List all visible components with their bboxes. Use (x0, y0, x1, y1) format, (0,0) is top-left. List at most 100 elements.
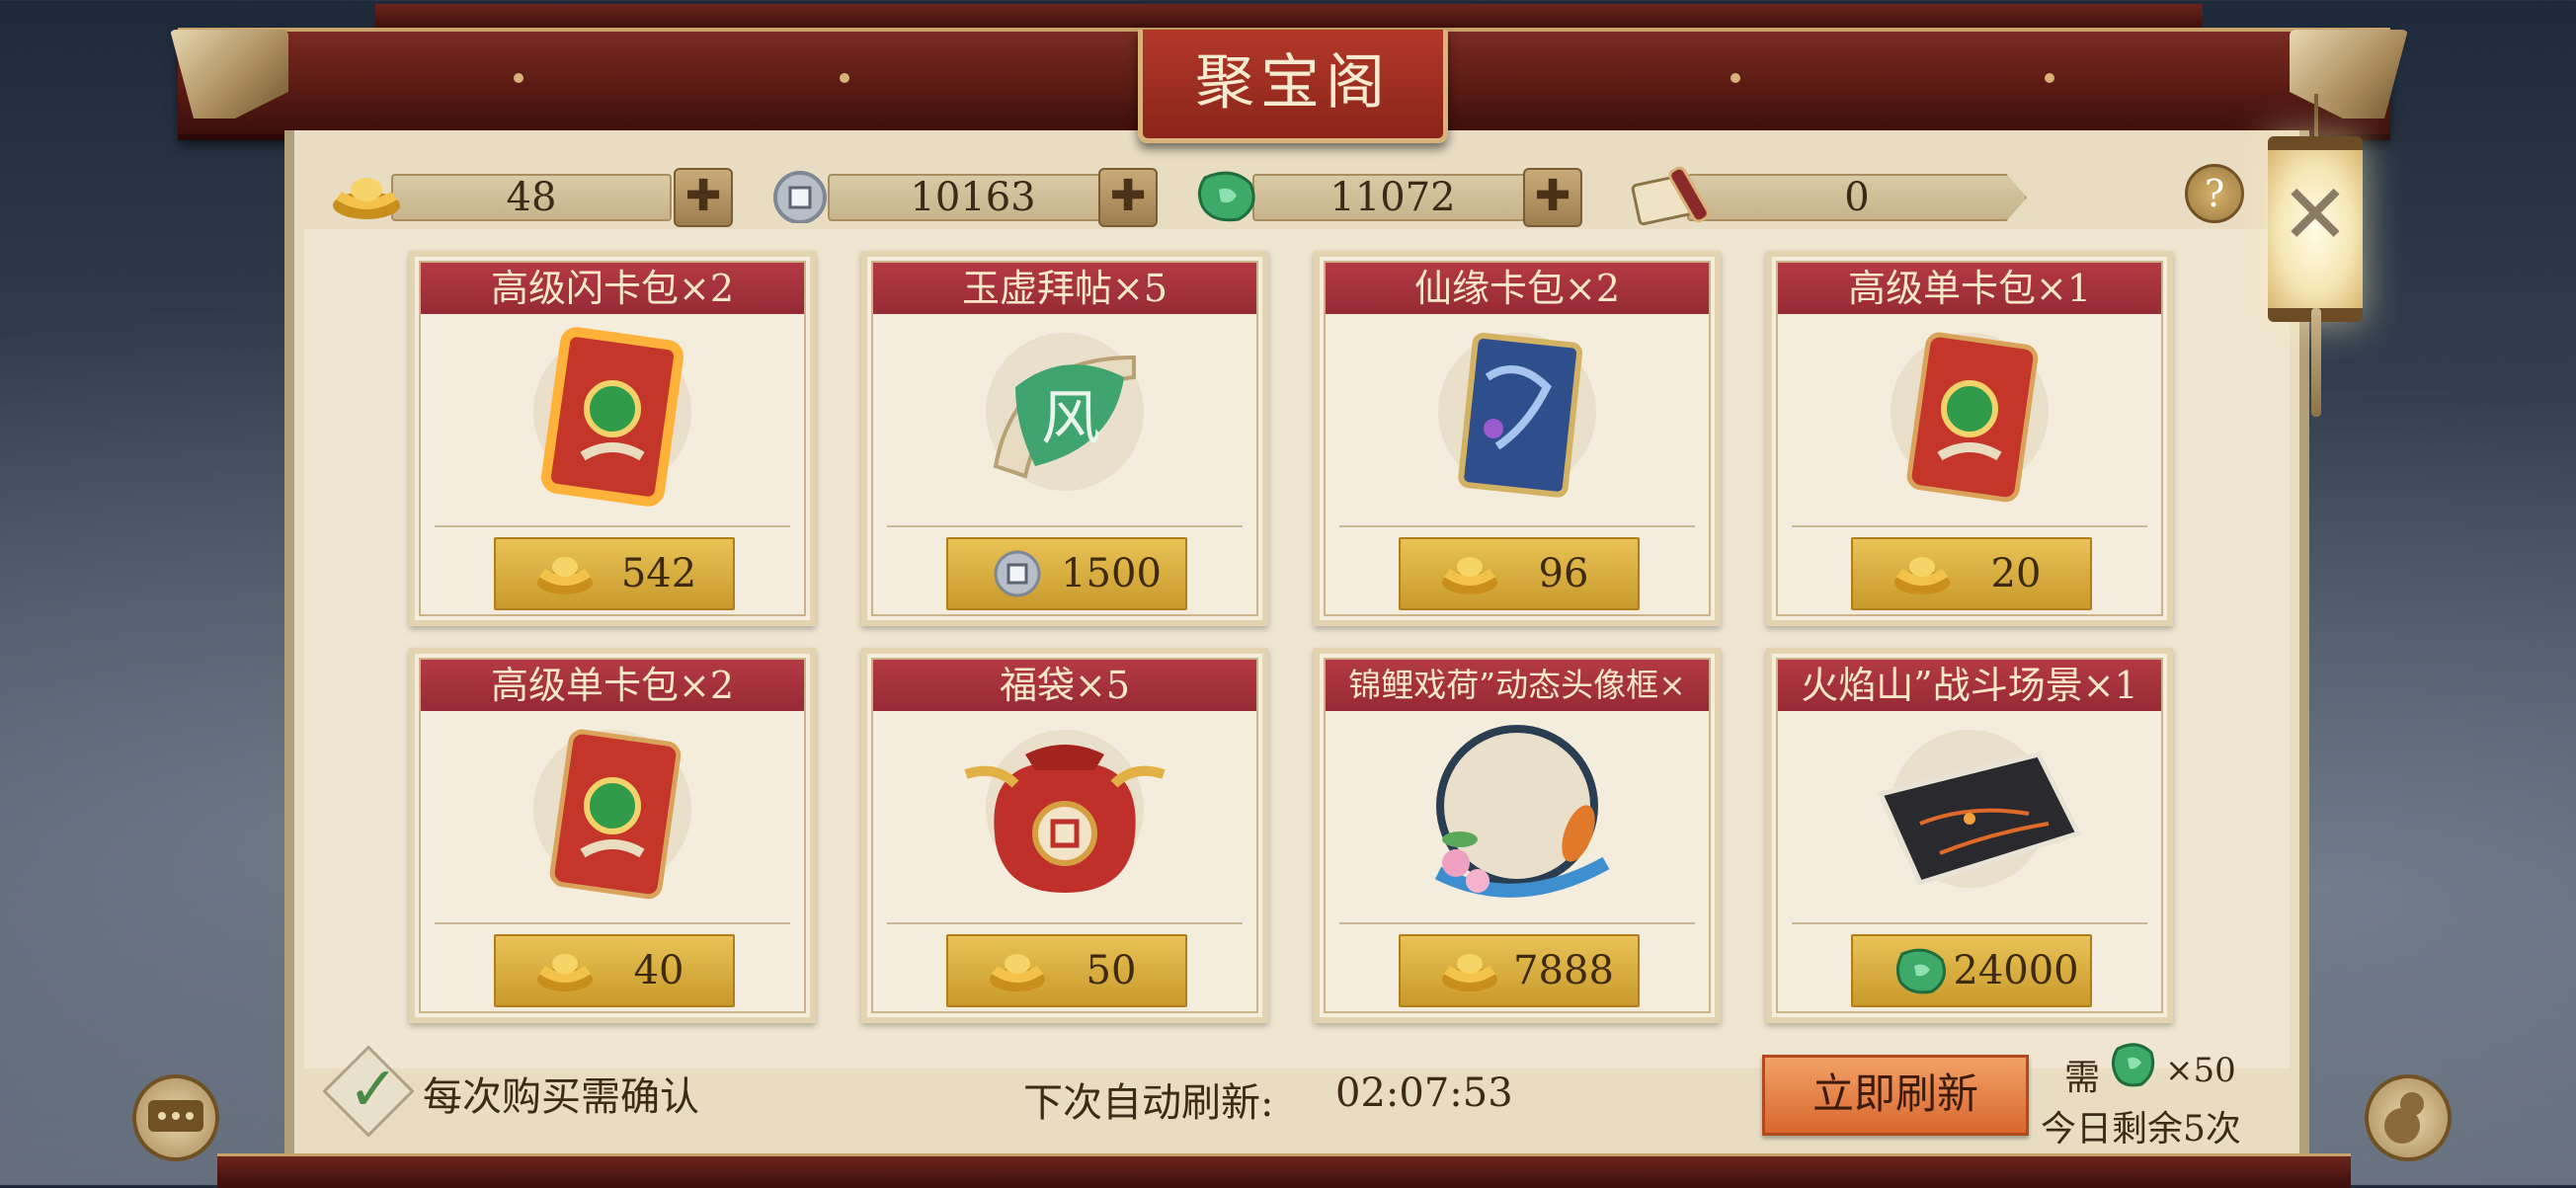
buy-button[interactable]: 542 (494, 537, 735, 610)
refresh-cost-count: ×50 (2165, 1051, 2236, 1090)
shop-item-card[interactable]: 高级闪卡包×2 542 (409, 251, 816, 626)
divider (1792, 525, 2147, 527)
decor-nail (840, 73, 849, 83)
refresh-remaining: 今日剩余5次 (2041, 1109, 2241, 1149)
item-name: 玉虚拜帖×5 (873, 263, 1256, 314)
help-button[interactable]: ? (2185, 164, 2244, 223)
shop-item-card[interactable]: 锦鲤戏荷”动态头像框× 7888 (1314, 648, 1721, 1023)
buy-button[interactable]: 7888 (1399, 934, 1640, 1007)
gold-ingot-icon (537, 954, 593, 991)
close-button[interactable]: ✕ (2268, 136, 2363, 322)
currency-silver-value: 10163 (828, 174, 1118, 221)
svg-text:风: 风 (1041, 384, 1100, 453)
item-art: 风 (867, 318, 1262, 515)
item-price: 1500 (1061, 551, 1162, 596)
currency-scroll: 0 (1628, 166, 2033, 226)
buy-button[interactable]: 96 (1399, 537, 1640, 610)
buy-button[interactable]: 40 (494, 934, 735, 1007)
item-name: 高级闪卡包×2 (421, 263, 804, 314)
shop-item-card[interactable]: 仙缘卡包×2 96 (1314, 251, 1721, 626)
gold-ingot-icon (1442, 557, 1497, 594)
item-art (1772, 318, 2167, 515)
checkmark-icon: ✓ (348, 1053, 399, 1125)
buy-button[interactable]: 20 (1851, 537, 2092, 610)
auto-refresh-label: 下次自动刷新: (1023, 1080, 1274, 1126)
divider (887, 525, 1243, 527)
currency-scroll-value: 0 (1687, 174, 2027, 221)
gold-ingot-icon (1442, 954, 1497, 991)
decor-nail (514, 73, 523, 83)
decor-nail (2045, 73, 2054, 83)
blue-card-pack-icon (1438, 332, 1596, 498)
lantern-tassel (2311, 308, 2321, 417)
gold-ingot-icon (537, 557, 593, 594)
divider (1339, 525, 1695, 527)
menu-button[interactable] (2365, 1074, 2452, 1161)
item-art (1772, 715, 2167, 912)
shop-item-card[interactable]: 高级单卡包×1 20 (1766, 251, 2173, 626)
card-pack-icon (533, 729, 691, 900)
item-price: 50 (1086, 948, 1137, 993)
scroll-bottom-roller (217, 1153, 2351, 1188)
add-gold-button[interactable]: ✚ (674, 168, 733, 227)
buy-button[interactable]: 24000 (1851, 934, 2092, 1007)
jade-icon (1895, 948, 1946, 994)
buy-button[interactable]: 1500 (946, 537, 1187, 610)
item-name: 福袋×5 (873, 660, 1256, 711)
buy-button[interactable]: 50 (946, 934, 1187, 1007)
jade-scroll-icon: 风 (986, 333, 1144, 491)
currency-silver: 10163 ✚ (768, 168, 1183, 227)
item-name: 锦鲤戏荷”动态头像框× (1326, 660, 1709, 711)
scroll-icon (1631, 166, 1710, 226)
glowing-card-pack-icon (533, 327, 691, 507)
refresh-cost-label: 需 (2064, 1058, 2101, 1098)
refresh-now-button[interactable]: 立即刷新 (1762, 1055, 2029, 1136)
item-name: 高级单卡包×1 (1778, 263, 2161, 314)
koi-avatar-frame-icon (1434, 725, 1610, 898)
silver-coin-icon (994, 550, 1041, 597)
close-icon: ✕ (2280, 166, 2351, 263)
item-price: 542 (620, 551, 697, 596)
item-art (415, 715, 810, 912)
currency-gold: 48 ✚ (332, 168, 737, 227)
auto-refresh-timer: 02:07:53 (1335, 1070, 1513, 1116)
card-pack-icon (1891, 332, 2049, 503)
gold-ingot-icon (333, 178, 400, 219)
currency-gold-value: 48 (391, 174, 672, 221)
item-name: 火焰山”战斗场景×1 (1778, 660, 2161, 711)
item-art (1320, 715, 1715, 912)
gold-ingot-icon (1894, 557, 1950, 594)
silver-coin-icon (773, 171, 827, 223)
item-name: 高级单卡包×2 (421, 660, 804, 711)
item-price: 24000 (1953, 948, 2079, 993)
shop-item-card[interactable]: 高级单卡包×2 40 (409, 648, 816, 1023)
confirm-purchase-label: 每次购买需确认 (423, 1074, 699, 1120)
jade-icon (1198, 171, 1255, 222)
divider (887, 922, 1243, 924)
gold-ingot-icon (990, 954, 1045, 991)
add-jade-button[interactable]: ✚ (1523, 168, 1582, 227)
item-price: 20 (1990, 551, 2042, 596)
currency-jade: 11072 ✚ (1193, 168, 1598, 227)
chat-button[interactable] (132, 1074, 219, 1161)
chat-bubble-icon (148, 1100, 203, 1132)
item-art (867, 715, 1262, 912)
lucky-bag-icon (964, 730, 1166, 893)
shop-item-card[interactable]: 玉虚拜帖×5 风 1500 (861, 251, 1268, 626)
decor-nail (1731, 73, 1740, 83)
divider (1792, 922, 2147, 924)
jade-icon (2111, 1043, 2155, 1087)
item-price: 40 (633, 948, 684, 993)
gourd-icon (2384, 1092, 2424, 1144)
divider (435, 922, 790, 924)
item-name: 仙缘卡包×2 (1326, 263, 1709, 314)
item-price: 96 (1538, 551, 1589, 596)
shop-item-card[interactable]: 火焰山”战斗场景×1 24000 (1766, 648, 2173, 1023)
item-art (1320, 318, 1715, 515)
divider (1339, 922, 1695, 924)
item-price: 7888 (1513, 948, 1614, 993)
item-art (415, 318, 810, 515)
add-silver-button[interactable]: ✚ (1098, 168, 1158, 227)
currency-jade-value: 11072 (1252, 174, 1533, 221)
shop-item-card[interactable]: 福袋×5 50 (861, 648, 1268, 1023)
